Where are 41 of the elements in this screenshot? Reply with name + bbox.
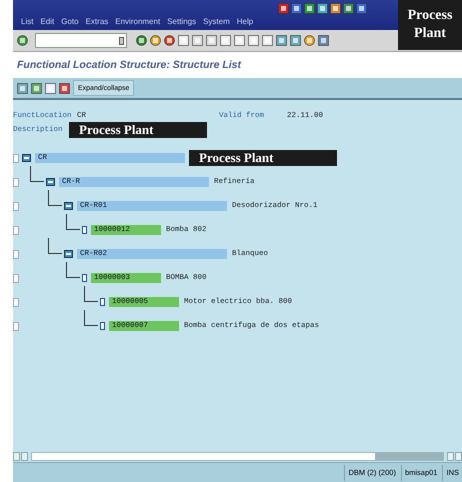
row-checkbox[interactable] xyxy=(13,250,19,258)
tree-line xyxy=(66,214,80,230)
tree-line xyxy=(66,262,80,278)
menu-item[interactable]: Edit xyxy=(40,17,54,26)
description-label: Process Plant xyxy=(69,122,207,138)
row-checkbox[interactable] xyxy=(13,202,19,210)
process-plant-label: Process Plant xyxy=(398,0,462,50)
folder-icon[interactable] xyxy=(22,154,31,162)
tree-line xyxy=(30,166,44,182)
application-icon[interactable] xyxy=(330,3,342,14)
tree-line xyxy=(84,286,98,302)
folder-icon[interactable] xyxy=(46,178,55,186)
menu-item[interactable]: Settings xyxy=(167,17,196,26)
menu-item[interactable]: System xyxy=(203,17,230,26)
row-checkbox[interactable] xyxy=(13,322,19,330)
folder-icon[interactable] xyxy=(64,202,73,210)
application-icon[interactable] xyxy=(343,3,354,14)
folder-icon[interactable] xyxy=(64,250,73,258)
dropdown-icon[interactable] xyxy=(119,36,124,44)
row-checkbox[interactable] xyxy=(13,298,19,306)
screen-title: Functional Location Structure: Structure List xyxy=(16,58,242,73)
scrollbar-thumb[interactable] xyxy=(375,452,443,460)
row-checkbox[interactable] xyxy=(13,178,19,186)
application-icon[interactable] xyxy=(291,3,302,14)
tree-line xyxy=(84,310,98,326)
application-icon[interactable] xyxy=(317,3,328,14)
application-icon[interactable] xyxy=(278,3,290,14)
description-label: Process Plant xyxy=(189,150,337,166)
menu-item[interactable]: Environment xyxy=(115,17,160,26)
row-checkbox[interactable] xyxy=(13,226,19,234)
application-icon[interactable] xyxy=(356,3,368,14)
tree-line xyxy=(48,190,62,206)
tree-line xyxy=(48,238,62,254)
command-field[interactable] xyxy=(35,33,127,48)
menu-item[interactable]: Goto xyxy=(61,17,79,26)
row-checkbox[interactable] xyxy=(13,154,19,162)
menu-item[interactable]: List xyxy=(21,17,34,26)
application-icon[interactable] xyxy=(304,3,316,14)
menu-item[interactable]: Extras xyxy=(86,17,108,26)
row-checkbox[interactable] xyxy=(13,274,19,282)
menu-item[interactable]: Help xyxy=(236,17,254,26)
